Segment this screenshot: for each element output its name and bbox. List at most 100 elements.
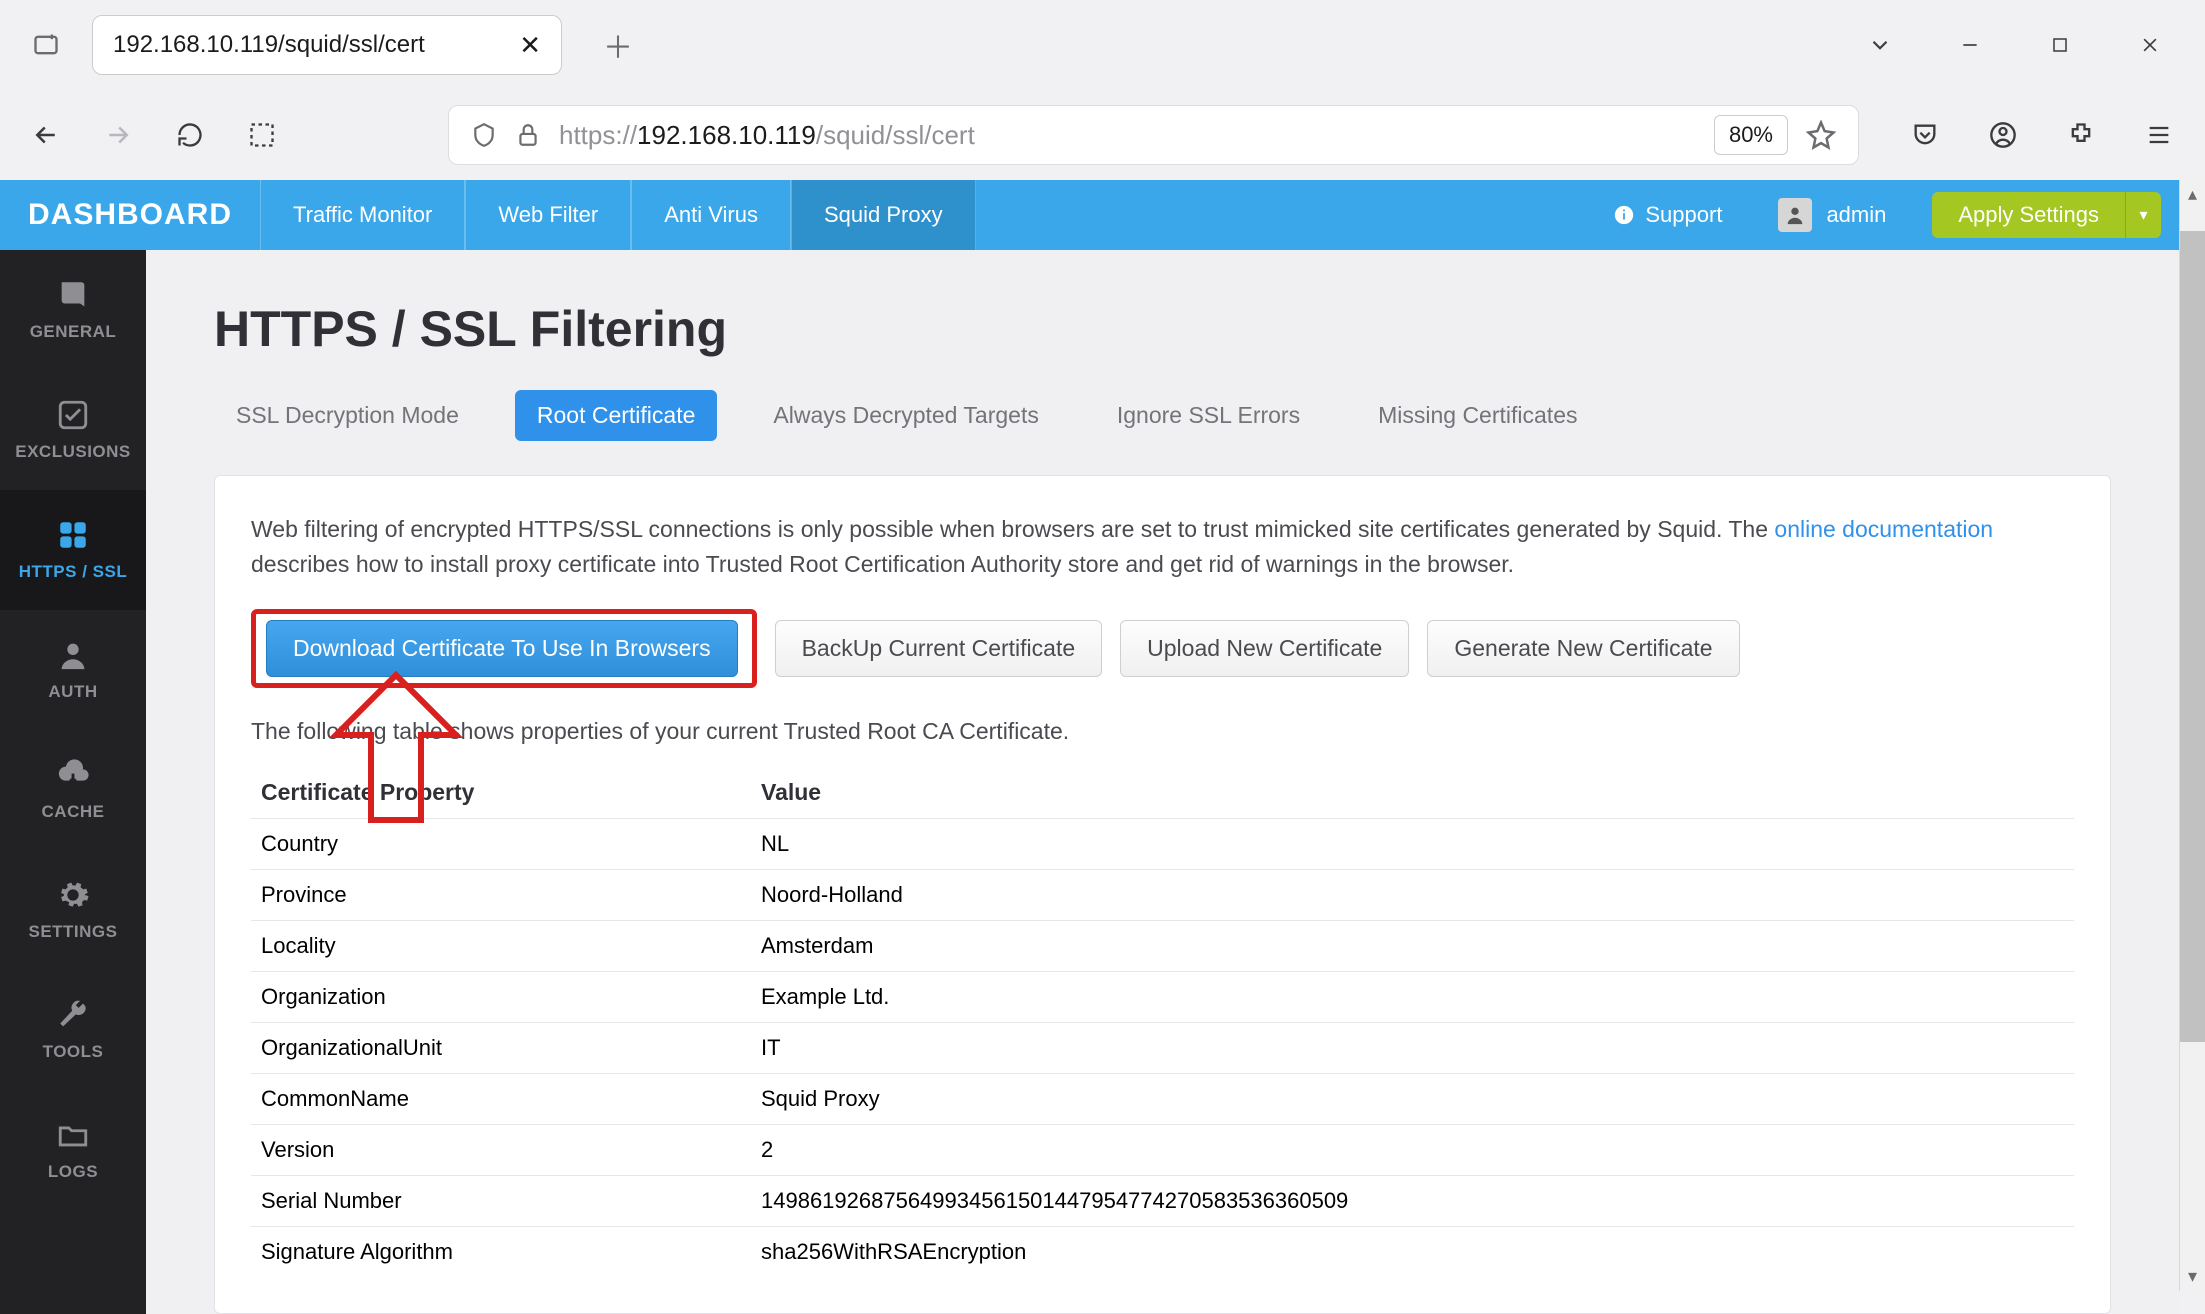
zoom-level[interactable]: 80% bbox=[1714, 115, 1788, 155]
content-card: Web filtering of encrypted HTTPS/SSL con… bbox=[214, 475, 2111, 1314]
browser-tab-title: 192.168.10.119/squid/ssl/cert bbox=[113, 31, 491, 59]
scrollbar-thumb[interactable] bbox=[2180, 231, 2205, 1042]
table-row: CountryNL bbox=[251, 819, 2074, 870]
account-icon[interactable] bbox=[1977, 109, 2029, 161]
nav-traffic-monitor[interactable]: Traffic Monitor bbox=[260, 180, 465, 250]
sidebar-item-exclusions[interactable]: EXCLUSIONS bbox=[0, 370, 146, 490]
cert-property: Signature Algorithm bbox=[251, 1227, 751, 1278]
table-row: CommonNameSquid Proxy bbox=[251, 1074, 2074, 1125]
sidebar-item-https-ssl[interactable]: HTTPS / SSL bbox=[0, 490, 146, 610]
pocket-icon[interactable] bbox=[1899, 109, 1951, 161]
cert-property: Serial Number bbox=[251, 1176, 751, 1227]
reload-button[interactable] bbox=[164, 109, 216, 161]
user-avatar-icon bbox=[1778, 198, 1812, 232]
wrench-icon bbox=[56, 998, 90, 1032]
cert-property: Organization bbox=[251, 972, 751, 1023]
cert-value: IT bbox=[751, 1023, 2074, 1074]
nav-anti-virus[interactable]: Anti Virus bbox=[631, 180, 791, 250]
app-top-nav: DASHBOARD Traffic Monitor Web Filter Ant… bbox=[0, 180, 2179, 250]
intro-text: Web filtering of encrypted HTTPS/SSL con… bbox=[251, 512, 2074, 581]
tab-ssl-decryption-mode[interactable]: SSL Decryption Mode bbox=[214, 390, 481, 441]
cert-value: 1498619268756499345615014479547742705835… bbox=[751, 1176, 2074, 1227]
sidebar-item-auth[interactable]: AUTH bbox=[0, 610, 146, 730]
cert-property: Country bbox=[251, 819, 751, 870]
tab-missing-certificates[interactable]: Missing Certificates bbox=[1356, 390, 1599, 441]
table-row: Serial Number149861926875649934561501447… bbox=[251, 1176, 2074, 1227]
gear-icon bbox=[56, 878, 90, 912]
table-header-value: Value bbox=[751, 767, 2074, 819]
apply-caret-icon[interactable]: ▾ bbox=[2125, 192, 2161, 238]
sidebar-item-settings[interactable]: SETTINGS bbox=[0, 850, 146, 970]
table-header-property: Certificate Property bbox=[251, 767, 751, 819]
bookmark-star-icon[interactable] bbox=[1806, 120, 1836, 150]
button-row: Download Certificate To Use In Browsers … bbox=[251, 609, 2074, 688]
tab-root-certificate[interactable]: Root Certificate bbox=[515, 390, 718, 441]
support-link[interactable]: Support bbox=[1585, 180, 1750, 250]
apply-settings-button[interactable]: Apply Settings ▾ bbox=[1932, 192, 2161, 238]
back-button[interactable] bbox=[20, 109, 72, 161]
cert-property: Version bbox=[251, 1125, 751, 1176]
hamburger-menu-icon[interactable] bbox=[2133, 109, 2185, 161]
cert-property: OrganizationalUnit bbox=[251, 1023, 751, 1074]
brand-logo[interactable]: DASHBOARD bbox=[0, 180, 260, 250]
shield-icon bbox=[471, 122, 497, 148]
browser-tab-bar: 192.168.10.119/squid/ssl/cert ✕ ＋ bbox=[0, 0, 2205, 90]
tab-ignore-ssl-errors[interactable]: Ignore SSL Errors bbox=[1095, 390, 1322, 441]
browser-tab[interactable]: 192.168.10.119/squid/ssl/cert ✕ bbox=[92, 15, 562, 75]
info-icon bbox=[1613, 204, 1635, 226]
nav-squid-proxy[interactable]: Squid Proxy bbox=[791, 180, 976, 250]
screenshot-tool-icon[interactable] bbox=[236, 109, 288, 161]
cloud-download-icon bbox=[56, 758, 90, 792]
upload-certificate-button[interactable]: Upload New Certificate bbox=[1120, 620, 1409, 677]
tabs-dropdown-icon[interactable] bbox=[1845, 19, 1915, 71]
grid-icon bbox=[56, 518, 90, 552]
table-intro-text: The following table shows properties of … bbox=[251, 718, 2074, 745]
url-input[interactable]: https://192.168.10.119/squid/ssl/cert 80… bbox=[448, 105, 1859, 165]
forward-button[interactable] bbox=[92, 109, 144, 161]
sidebar-item-tools[interactable]: TOOLS bbox=[0, 970, 146, 1090]
extensions-icon[interactable] bbox=[2055, 109, 2107, 161]
sidebar-item-general[interactable]: GENERAL bbox=[0, 250, 146, 370]
sidebar-item-cache[interactable]: CACHE bbox=[0, 730, 146, 850]
book-icon bbox=[56, 278, 90, 312]
download-certificate-button[interactable]: Download Certificate To Use In Browsers bbox=[266, 620, 738, 677]
minimize-window-button[interactable] bbox=[1935, 19, 2005, 71]
close-tab-icon[interactable]: ✕ bbox=[519, 30, 541, 61]
sidebar-item-logs[interactable]: LOGS bbox=[0, 1090, 146, 1210]
table-row: OrganizationExample Ltd. bbox=[251, 972, 2074, 1023]
user-menu[interactable]: admin bbox=[1750, 180, 1914, 250]
new-tab-button[interactable]: ＋ bbox=[592, 19, 644, 71]
online-documentation-link[interactable]: online documentation bbox=[1774, 516, 1993, 542]
table-row: Signature Algorithmsha256WithRSAEncrypti… bbox=[251, 1227, 2074, 1278]
nav-web-filter[interactable]: Web Filter bbox=[465, 180, 631, 250]
certificate-table: Certificate Property Value CountryNLProv… bbox=[251, 767, 2074, 1277]
generate-certificate-button[interactable]: Generate New Certificate bbox=[1427, 620, 1739, 677]
page-scrollbar[interactable]: ▴ ▾ bbox=[2179, 180, 2205, 1291]
cert-property: Province bbox=[251, 870, 751, 921]
page-title: HTTPS / SSL Filtering bbox=[214, 300, 2111, 358]
check-box-icon bbox=[56, 398, 90, 432]
url-text: https://192.168.10.119/squid/ssl/cert bbox=[559, 120, 975, 151]
cert-property: Locality bbox=[251, 921, 751, 972]
folder-icon bbox=[56, 1118, 90, 1152]
backup-certificate-button[interactable]: BackUp Current Certificate bbox=[775, 620, 1103, 677]
cert-value: Squid Proxy bbox=[751, 1074, 2074, 1125]
table-row: ProvinceNoord-Holland bbox=[251, 870, 2074, 921]
lock-warning-icon[interactable] bbox=[515, 122, 541, 148]
sidebar: GENERAL EXCLUSIONS HTTPS / SSL AUTH CACH… bbox=[0, 250, 146, 1314]
close-window-button[interactable] bbox=[2115, 19, 2185, 71]
annotation-highlight: Download Certificate To Use In Browsers bbox=[251, 609, 757, 688]
recent-tabs-icon[interactable] bbox=[20, 19, 72, 71]
user-icon bbox=[56, 638, 90, 672]
page-tabs: SSL Decryption Mode Root Certificate Alw… bbox=[214, 390, 2111, 441]
table-row: LocalityAmsterdam bbox=[251, 921, 2074, 972]
page-content: HTTPS / SSL Filtering SSL Decryption Mod… bbox=[146, 250, 2179, 1314]
scrollbar-up-arrow[interactable]: ▴ bbox=[2188, 180, 2197, 209]
cert-value: Amsterdam bbox=[751, 921, 2074, 972]
browser-chrome: 192.168.10.119/squid/ssl/cert ✕ ＋ bbox=[0, 0, 2205, 180]
scrollbar-down-arrow[interactable]: ▾ bbox=[2188, 1262, 2197, 1291]
maximize-window-button[interactable] bbox=[2025, 19, 2095, 71]
cert-value: NL bbox=[751, 819, 2074, 870]
tab-always-decrypted-targets[interactable]: Always Decrypted Targets bbox=[751, 390, 1060, 441]
cert-value: Noord-Holland bbox=[751, 870, 2074, 921]
